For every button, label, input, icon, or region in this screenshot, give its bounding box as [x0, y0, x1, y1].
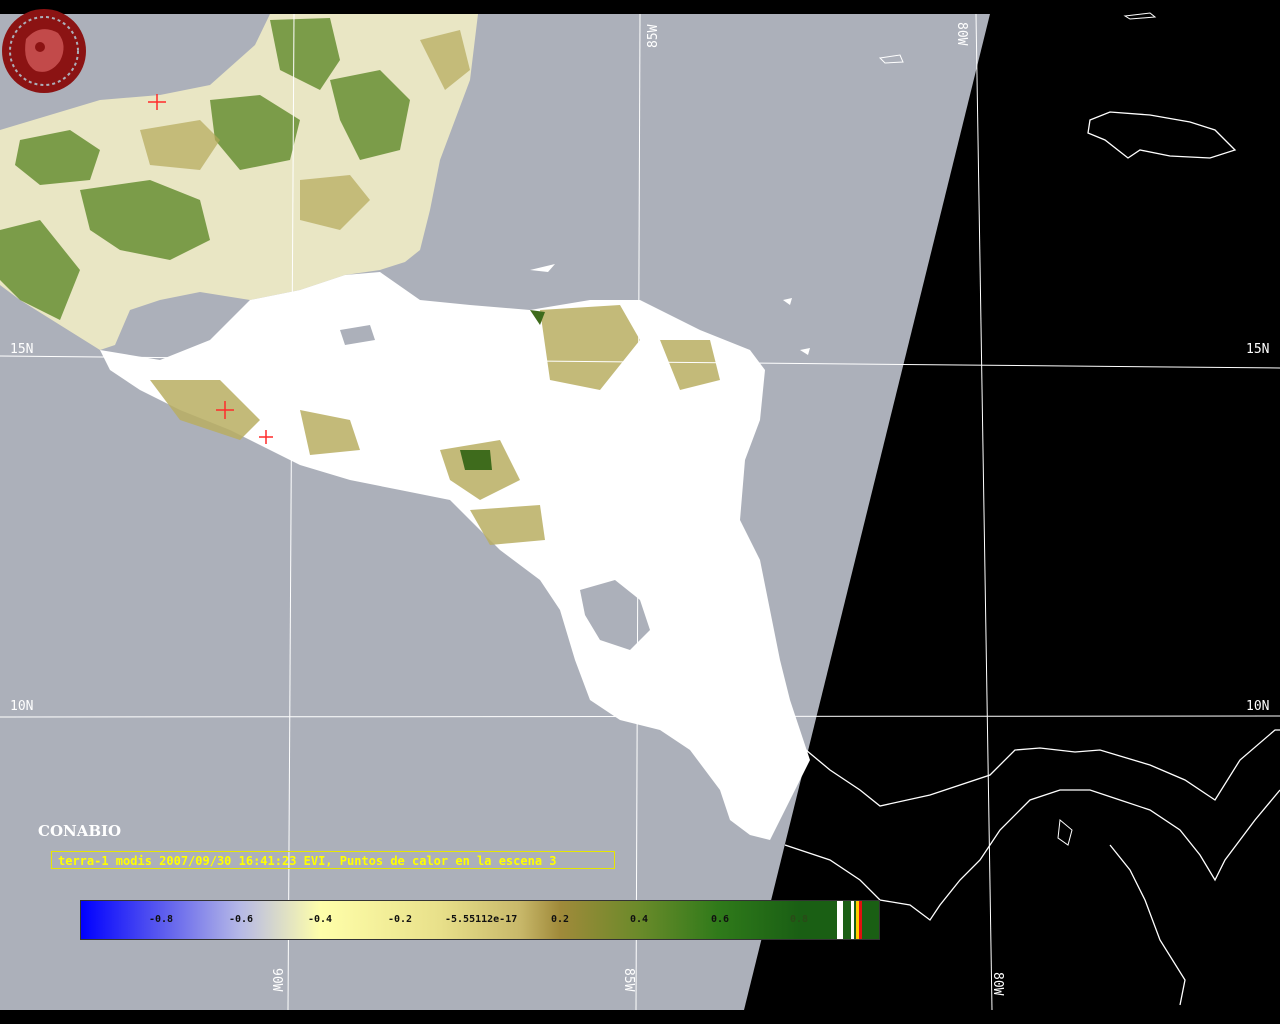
lat-label-10n-right: 10N [1246, 699, 1270, 714]
lon-label-80w-top: 80W [954, 22, 969, 46]
lat-label-10n-left: 10N [10, 699, 34, 714]
colorbar-tick: 0.8 [790, 914, 809, 925]
colorbar-tick: -0.2 [388, 914, 413, 925]
colorbar-tick: 0.4 [630, 914, 649, 925]
conabio-logo [2, 9, 86, 93]
satellite-map: 85W 80W 90W 85W 80W 15N 15N 10N 10N CONA… [0, 0, 1280, 1024]
scene-caption: terra-1 modis 2007/09/30 16:41:23 EVI, P… [51, 851, 615, 869]
lon-label-80w-bottom: 80W [990, 972, 1005, 996]
evi-colorbar: -0.8 -0.6 -0.4 -0.2 -5.55112e-17 0.2 0.4… [80, 900, 880, 940]
top-frame [0, 0, 1280, 14]
lon-label-90w-bottom: 90W [269, 968, 284, 992]
colorbar-tick: 0.2 [551, 914, 570, 925]
lon-label-85w-top: 85W [646, 24, 661, 48]
colorbar-tick: -5.55112e-17 [445, 914, 518, 925]
coastline-panama [784, 729, 1280, 1006]
colorbar-stripe [851, 901, 854, 939]
colorbar-cloud-stripe [837, 901, 843, 939]
colorbar-tick: -0.6 [229, 914, 254, 925]
lon-label-85w-bottom: 85W [621, 968, 636, 992]
coastline-jamaica [1087, 111, 1237, 159]
colorbar-tick: -0.4 [308, 914, 333, 925]
logo-text: CONABIO [38, 822, 122, 840]
lat-label-15n-right: 15N [1246, 342, 1270, 357]
lat-label-15n-left: 15N [10, 342, 34, 357]
colorbar-tick: -0.8 [149, 914, 174, 925]
colorbar-tick: 0.6 [711, 914, 730, 925]
colorbar-stripe [859, 901, 862, 939]
map-canvas: 85W 80W 90W 85W 80W [0, 0, 1280, 1011]
